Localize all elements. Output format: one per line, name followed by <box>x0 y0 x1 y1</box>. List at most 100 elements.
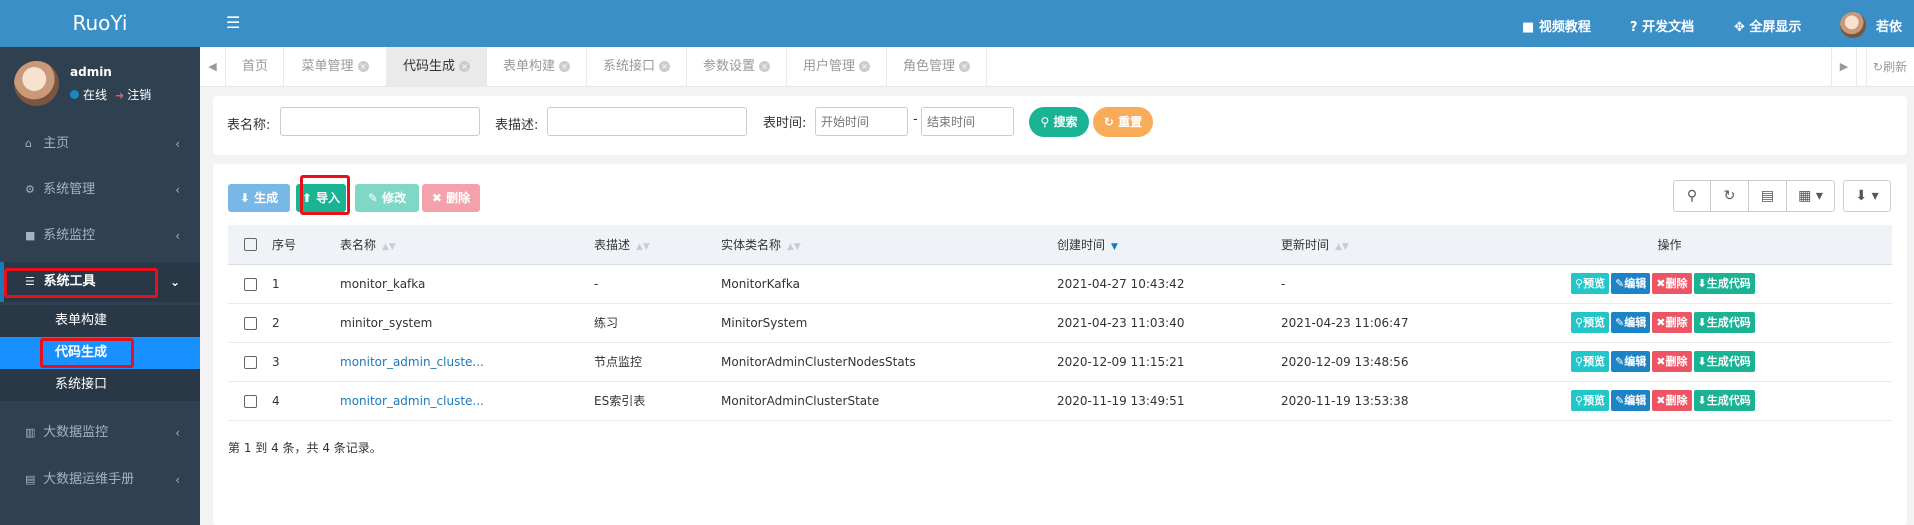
col-header-created[interactable]: 创建时间 ▼ <box>1057 225 1281 265</box>
select-all-checkbox[interactable] <box>243 238 257 252</box>
col-header-entity[interactable]: 实体类名称 ▲▼ <box>721 225 1057 265</box>
gen-code-button[interactable]: ⬇生成代码 <box>1693 273 1755 294</box>
col-header-updated[interactable]: 更新时间 ▲▼ <box>1281 225 1571 265</box>
highlight-box-system-tools <box>4 268 158 298</box>
sidebar-item-label: 主页 <box>43 136 70 151</box>
edit-row-button[interactable]: ✎编辑 <box>1611 273 1651 294</box>
cell-name-link[interactable]: monitor_admin_cluste... <box>340 342 594 382</box>
tab-roles[interactable]: 角色管理 × <box>887 47 987 87</box>
row-checkbox[interactable] <box>243 316 257 330</box>
preview-button[interactable]: ⚲预览 <box>1571 390 1610 411</box>
edit-row-button[interactable]: ✎编辑 <box>1611 312 1651 333</box>
bank-icon: ▥ <box>25 426 36 439</box>
cell-entity: MonitorKafka <box>721 264 1057 304</box>
close-icon[interactable]: × <box>759 61 770 72</box>
user-panel: admin 在线 ➜ 注销 <box>0 47 200 117</box>
avatar[interactable] <box>1840 12 1866 38</box>
app-logo[interactable]: RuoYi <box>0 0 200 47</box>
chevron-left-icon: ‹ <box>175 473 180 487</box>
sidebar-item-bigdata-monitor[interactable]: ▥ 大数据监控 ‹ <box>0 413 200 453</box>
delete-button[interactable]: ✖ 删除 <box>422 184 480 212</box>
table-header-row: 序号 表名称 ▲▼ 表描述 ▲▼ 实体类名称 ▲▼ 创建时间 ▼ 更新时间 ▲▼ 操作 <box>228 225 1892 265</box>
search-panel: 表名称: 表描述: 表时间: - ⚲ 搜索 ↻ 重置 <box>213 96 1907 155</box>
sidebar-item-label: 大数据运维手册 <box>43 472 135 487</box>
sidebar-item-system-management[interactable]: ⚙ 系统管理 ‹ <box>0 170 200 210</box>
tab-params[interactable]: 参数设置 × <box>687 47 787 87</box>
row-checkbox[interactable] <box>243 394 257 408</box>
close-icon[interactable]: × <box>357 61 369 72</box>
close-icon[interactable]: × <box>859 61 870 72</box>
gen-code-button[interactable]: ⬇生成代码 <box>1693 351 1755 372</box>
chevron-left-icon: ‹ <box>175 183 180 197</box>
tab-menu-management[interactable]: 菜单管理 × <box>284 47 387 87</box>
edit-row-button[interactable]: ✎编辑 <box>1611 390 1651 411</box>
generate-button[interactable]: ⬇ 生成 <box>228 184 290 212</box>
export-icon[interactable]: ⬇ ▾ <box>1843 180 1891 212</box>
close-icon[interactable]: × <box>659 61 670 72</box>
refresh-icon: ↻ <box>1103 115 1119 129</box>
columns-icon[interactable]: ▦ ▾ <box>1787 180 1835 212</box>
tab-scroll-left-icon[interactable]: ◀ <box>200 47 226 87</box>
delete-row-button[interactable]: ✖删除 <box>1652 351 1692 372</box>
col-header-desc[interactable]: 表描述 ▲▼ <box>594 225 721 265</box>
cell-actions: ⚲预览 ✎编辑 ✖删除 ⬇生成代码 <box>1571 264 1892 304</box>
gen-code-button[interactable]: ⬇生成代码 <box>1693 312 1755 333</box>
delete-row-button[interactable]: ✖删除 <box>1652 312 1692 333</box>
video-tutorial-link[interactable]: ■ 视频教程 <box>1522 16 1591 35</box>
row-checkbox[interactable] <box>243 355 257 369</box>
tab-users[interactable]: 用户管理 × <box>787 47 887 87</box>
gen-table: 序号 表名称 ▲▼ 表描述 ▲▼ 实体类名称 ▲▼ 创建时间 ▼ 更新时间 ▲▼ 操作 1… <box>228 225 1892 421</box>
close-icon[interactable]: × <box>459 61 470 72</box>
refresh-icon[interactable]: ↻ <box>1711 180 1749 212</box>
tab-system-api[interactable]: 系统接口 × <box>587 47 687 87</box>
col-header-name[interactable]: 表名称 ▲▼ <box>340 225 594 265</box>
refresh-tab-button[interactable]: ↻刷新 <box>1866 47 1914 87</box>
close-icon[interactable]: × <box>559 61 570 72</box>
cell-created: 2020-12-09 11:15:21 <box>1057 342 1281 382</box>
tab-home[interactable]: 首页 <box>227 47 284 87</box>
cell-name-link[interactable]: monitor_admin_cluste... <box>340 381 594 421</box>
cell-entity: MonitorAdminClusterState <box>721 381 1057 421</box>
sidebar-item-bigdata-manual[interactable]: ▤ 大数据运维手册 ‹ <box>0 460 200 500</box>
avatar[interactable] <box>14 61 59 106</box>
logout-icon[interactable]: ➜ <box>115 89 124 102</box>
preview-button[interactable]: ⚲预览 <box>1571 273 1610 294</box>
sidebar-subitem-form-builder[interactable]: 表单构建 <box>0 305 200 337</box>
tab-code-gen[interactable]: 代码生成 × <box>387 47 487 87</box>
gen-code-button[interactable]: ⬇生成代码 <box>1693 390 1755 411</box>
user-menu[interactable]: 若依 <box>1876 16 1902 35</box>
toggle-view-icon[interactable]: ▤ <box>1749 180 1787 212</box>
search-icon: ⚲ <box>1040 115 1054 129</box>
edit-icon: ✎ <box>367 191 383 205</box>
cell-desc: ES索引表 <box>594 381 721 421</box>
tab-scroll-right-icon[interactable]: ▶ <box>1831 47 1857 87</box>
logout-link[interactable]: 注销 <box>127 88 151 102</box>
end-time-input[interactable] <box>921 107 1014 136</box>
delete-row-button[interactable]: ✖删除 <box>1652 390 1692 411</box>
delete-row-button[interactable]: ✖删除 <box>1652 273 1692 294</box>
preview-button[interactable]: ⚲预览 <box>1571 312 1610 333</box>
toggle-search-icon[interactable]: ⚲ <box>1673 180 1711 212</box>
edit-button[interactable]: ✎ 修改 <box>355 184 419 212</box>
sidebar-subitem-system-api[interactable]: 系统接口 <box>0 369 200 401</box>
reset-button[interactable]: ↻ 重置 <box>1093 107 1153 137</box>
menu-toggle-icon[interactable]: ☰ <box>226 13 240 32</box>
sidebar-item-home[interactable]: ⌂ 主页 ‹ <box>0 124 200 164</box>
row-checkbox[interactable] <box>243 277 257 291</box>
search-button[interactable]: ⚲ 搜索 <box>1029 107 1089 137</box>
preview-button[interactable]: ⚲预览 <box>1571 351 1610 372</box>
sort-desc-icon: ▼ <box>1111 241 1118 252</box>
close-icon[interactable]: × <box>959 61 970 72</box>
fullscreen-link[interactable]: ✥ 全屏显示 <box>1734 16 1801 35</box>
table-name-input[interactable] <box>280 107 480 136</box>
edit-row-button[interactable]: ✎编辑 <box>1611 351 1651 372</box>
sidebar-item-system-monitor[interactable]: ■ 系统监控 ‹ <box>0 216 200 256</box>
dev-docs-link[interactable]: ? 开发文档 <box>1630 16 1694 35</box>
tab-form-builder[interactable]: 表单构建 × <box>487 47 587 87</box>
cell-entity: MinitorSystem <box>721 303 1057 343</box>
book-icon: ▤ <box>25 473 36 486</box>
table-desc-input[interactable] <box>547 107 747 136</box>
cell-entity: MonitorAdminClusterNodesStats <box>721 342 1057 382</box>
cell-created: 2021-04-27 10:43:42 <box>1057 264 1281 304</box>
start-time-input[interactable] <box>815 107 908 136</box>
